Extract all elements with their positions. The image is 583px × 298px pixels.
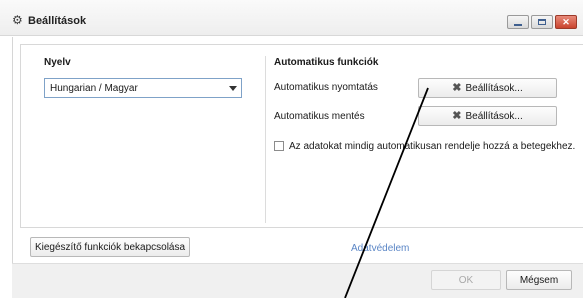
maximize-icon	[538, 19, 546, 25]
settings-group	[20, 44, 583, 228]
privacy-link[interactable]: Adatvédelem	[351, 243, 409, 254]
cancel-button-label: Mégsem	[519, 274, 559, 286]
print-settings-button[interactable]: ✖ Beállítások...	[418, 78, 557, 98]
cancel-button[interactable]: Mégsem	[506, 270, 572, 290]
ok-button[interactable]: OK	[431, 270, 501, 290]
column-divider	[265, 56, 266, 223]
auto-save-label: Automatikus mentés	[274, 111, 365, 122]
settings-window: ⚙ Beállítások ✕ Nyelv Hungarian / Magyar…	[0, 0, 583, 298]
language-select-value: Hungarian / Magyar	[50, 83, 138, 94]
close-icon: ✕	[562, 16, 570, 27]
addons-button-label: Kiegészítő funkciók bekapcsolása	[34, 241, 186, 253]
window-title: Beállítások	[28, 15, 87, 27]
auto-assign-checkbox[interactable]	[274, 141, 284, 151]
minimize-button[interactable]	[507, 15, 529, 29]
ok-button-label: OK	[458, 274, 474, 286]
gear-icon: ⚙	[12, 13, 23, 27]
x-icon: ✖	[452, 109, 462, 122]
chevron-down-icon	[229, 86, 237, 91]
x-icon: ✖	[452, 81, 462, 94]
print-settings-button-label: Beállítások...	[465, 82, 523, 94]
language-select[interactable]: Hungarian / Magyar	[44, 78, 242, 98]
close-button[interactable]: ✕	[555, 15, 577, 29]
language-heading: Nyelv	[44, 57, 71, 68]
auto-print-label: Automatikus nyomtatás	[274, 82, 378, 93]
auto-functions-heading: Automatikus funkciók	[274, 57, 379, 68]
auto-assign-label: Az adatokat mindig automatikusan rendelj…	[289, 141, 576, 152]
addons-button[interactable]: Kiegészítő funkciók bekapcsolása	[30, 237, 190, 257]
save-settings-button[interactable]: ✖ Beállítások...	[418, 106, 557, 126]
title-bar[interactable]: ⚙ Beállítások ✕	[0, 0, 583, 36]
save-settings-button-label: Beállítások...	[465, 110, 523, 122]
maximize-button[interactable]	[531, 15, 553, 29]
minimize-icon	[514, 23, 522, 26]
